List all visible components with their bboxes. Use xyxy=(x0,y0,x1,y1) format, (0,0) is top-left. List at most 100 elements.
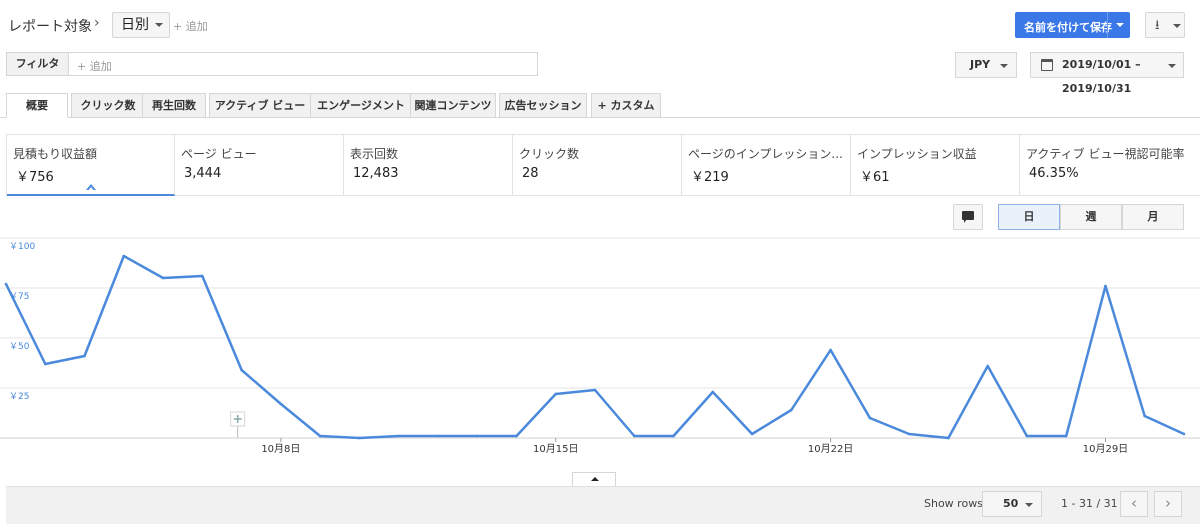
data-point xyxy=(947,436,950,440)
filter-bar[interactable]: フィルタ + 追加 xyxy=(6,52,538,76)
data-point xyxy=(161,276,165,280)
x-tick-label: 10月15日 xyxy=(533,443,578,455)
data-point xyxy=(4,282,8,286)
tab-related-content[interactable]: 関連コンテンツ xyxy=(410,93,496,118)
date-range-value: 2019/10/01 – 2019/10/31 xyxy=(1062,58,1141,95)
data-point xyxy=(201,274,204,278)
granularity-toggle: 日 週 月 xyxy=(998,204,1184,230)
chevron-right-icon: › xyxy=(94,15,100,31)
data-point xyxy=(986,364,989,368)
metric-value: 12,483 xyxy=(353,166,399,181)
add-filter-link[interactable]: + 追加 xyxy=(77,58,112,74)
metric-impressions[interactable]: 表示回数 12,483 xyxy=(344,135,513,195)
dimension-value: 日別 xyxy=(121,17,149,33)
currency-select[interactable]: JPY xyxy=(955,52,1017,78)
chevron-down-icon xyxy=(1000,64,1008,68)
calendar-icon xyxy=(1041,59,1053,71)
chevron-down-icon xyxy=(1025,503,1033,507)
prev-page-button[interactable]: ‹ xyxy=(1120,491,1148,517)
data-point xyxy=(554,392,557,396)
data-point xyxy=(829,348,832,352)
metric-cards: 見積もり収益額 ￥756 ページ ビュー 3,444 表示回数 12,483 ク… xyxy=(6,134,1200,196)
metric-name: クリック数 xyxy=(519,147,580,161)
metric-name: インプレッション収益 xyxy=(857,147,977,161)
top-bar: レポート対象 › 日別 + 追加 名前を付けて保存 ⭳ xyxy=(0,0,1200,48)
metric-page-views[interactable]: ページ ビュー 3,444 xyxy=(175,135,344,195)
download-icon: ⭳ xyxy=(1155,18,1160,33)
granularity-month[interactable]: 月 xyxy=(1122,204,1184,230)
metric-name: ページのインプレッション... xyxy=(688,147,843,161)
tab-overview[interactable]: 概要 xyxy=(6,93,68,118)
metric-value: ￥756 xyxy=(16,170,54,185)
metric-name: アクティブ ビュー視認可能率 xyxy=(1026,147,1185,161)
granularity-day[interactable]: 日 xyxy=(998,204,1060,230)
data-point xyxy=(397,434,401,438)
metric-page-rpm[interactable]: ページのインプレッション... ￥219 xyxy=(682,135,851,195)
selected-metric-indicator-inner xyxy=(88,187,94,191)
chevron-down-icon xyxy=(1173,24,1181,28)
data-point xyxy=(83,354,86,358)
data-point xyxy=(279,402,283,406)
filter-label: フィルタ xyxy=(7,53,69,75)
tab-ad-sessions[interactable]: 広告セッション xyxy=(499,93,587,118)
tab-engagement[interactable]: エンゲージメント xyxy=(310,93,412,118)
comment-icon-tail xyxy=(964,219,967,223)
metric-value: ￥61 xyxy=(860,170,890,185)
tab-custom[interactable]: + カスタム xyxy=(591,93,661,118)
data-point xyxy=(1064,434,1068,438)
data-point xyxy=(122,254,126,258)
metric-active-view-viewable[interactable]: アクティブ ビュー視認可能率 46.35% xyxy=(1020,135,1200,195)
y-tick-label: ￥25 xyxy=(9,392,29,402)
save-as-label: 名前を付けて保存 xyxy=(1024,21,1112,34)
data-point xyxy=(1143,414,1146,418)
metric-name: ページ ビュー xyxy=(181,147,257,161)
chevron-down-icon[interactable] xyxy=(1116,23,1124,27)
date-range-picker[interactable]: 2019/10/01 – 2019/10/31 xyxy=(1030,52,1184,95)
chevron-down-icon xyxy=(1168,64,1176,68)
dimension-select[interactable]: 日別 xyxy=(112,12,170,38)
tab-clicks[interactable]: クリック数 xyxy=(71,93,145,118)
show-rows-label: Show rows xyxy=(924,497,983,510)
report-label: レポート対象 xyxy=(8,19,92,35)
metric-clicks[interactable]: クリック数 28 xyxy=(513,135,682,195)
data-point xyxy=(44,362,47,366)
data-point xyxy=(907,432,911,436)
download-button[interactable]: ⭳ xyxy=(1145,12,1185,38)
y-tick-label: ￥50 xyxy=(9,342,30,352)
collapse-chart-button[interactable] xyxy=(572,472,616,486)
currency-value: JPY xyxy=(970,58,991,71)
data-point xyxy=(750,432,754,436)
chevron-down-icon xyxy=(155,23,163,27)
rows-per-page-select[interactable]: 50 xyxy=(982,491,1042,517)
metric-name: 表示回数 xyxy=(350,147,399,161)
add-dimension-link[interactable]: + 追加 xyxy=(173,18,208,34)
data-point xyxy=(318,434,322,438)
metric-value: 46.35% xyxy=(1029,166,1079,181)
data-point xyxy=(593,388,597,392)
data-point xyxy=(790,408,793,412)
x-tick-label: 10月8日 xyxy=(261,443,300,455)
rows-per-page-value: 50 xyxy=(1003,497,1019,510)
button-divider xyxy=(1107,12,1108,38)
data-point xyxy=(358,436,361,440)
data-point xyxy=(240,368,243,372)
x-tick-label: 10月22日 xyxy=(808,443,853,455)
tab-active-view[interactable]: アクティブ ビュー xyxy=(209,93,311,118)
tab-plays[interactable]: 再生回数 xyxy=(142,93,206,118)
metric-impression-rpm[interactable]: インプレッション収益 ￥61 xyxy=(851,135,1020,195)
metric-name: 見積もり収益額 xyxy=(13,147,98,161)
earnings-line-chart: ￥25￥50￥75￥10010月8日 10月15日 10月22日 10月29日 xyxy=(0,237,1200,455)
metric-value: 28 xyxy=(522,166,539,181)
save-as-button[interactable]: 名前を付けて保存 xyxy=(1015,12,1130,38)
data-point xyxy=(1025,434,1029,438)
data-point xyxy=(475,434,479,438)
series-line xyxy=(4,254,1185,440)
table-footer: Show rows 50 1 - 31 / 31 ‹ › xyxy=(6,486,1200,524)
data-point xyxy=(436,434,440,438)
metric-value: 3,444 xyxy=(184,166,222,181)
annotation-button[interactable] xyxy=(953,204,983,230)
data-point xyxy=(672,434,675,438)
x-tick-label: 10月29日 xyxy=(1083,443,1128,455)
next-page-button[interactable]: › xyxy=(1154,491,1182,517)
granularity-week[interactable]: 週 xyxy=(1060,204,1122,230)
